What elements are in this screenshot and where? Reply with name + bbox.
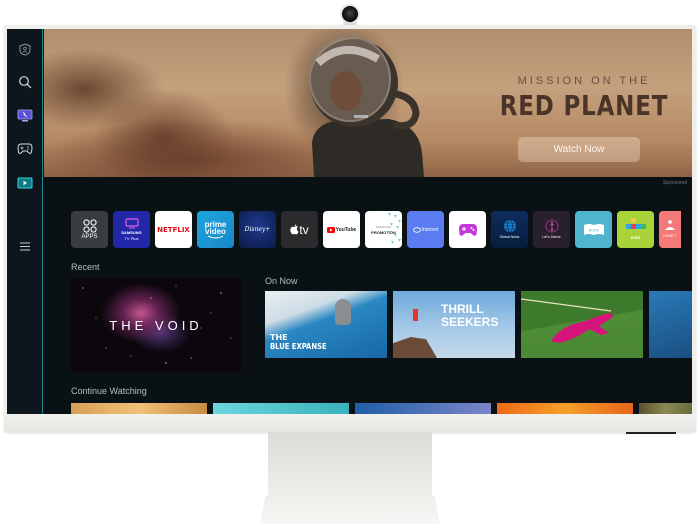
watch-now-button[interactable]: Watch Now	[518, 137, 640, 162]
app-label: APPS	[81, 234, 98, 240]
on-now-tile-blue-expanse[interactable]: THE BLUE EXPANSE	[265, 291, 387, 358]
search-icon	[19, 76, 32, 89]
continue-watching-tile[interactable]	[71, 403, 207, 414]
sidebar-item-menu[interactable]	[15, 236, 35, 256]
webcam	[340, 4, 360, 24]
kids-label: KIDS	[630, 235, 641, 240]
gamepad-icon	[458, 223, 477, 236]
menu-icon	[20, 242, 30, 250]
sidebar-item-privacy[interactable]	[15, 39, 35, 59]
blue-expanse-title-line2: BLUE EXPANSE	[270, 342, 327, 351]
book-icon: BOOK	[583, 223, 604, 235]
status-indicator	[626, 432, 676, 434]
app-tile-apple-tv[interactable]: tv	[281, 211, 318, 248]
app-sublabel: TV Plus	[124, 235, 139, 241]
tv-icon	[124, 217, 139, 228]
apple-icon	[290, 224, 299, 235]
monitor-icon	[17, 109, 33, 122]
hero-subtitle: MISSION ON THE	[517, 75, 651, 87]
blue-expanse-title-line1: THE	[270, 333, 288, 342]
dog-animation-image	[521, 298, 613, 343]
app-tile-disney-plus[interactable]: Disney+	[239, 211, 276, 248]
gamepad-icon	[17, 143, 33, 154]
apps-grid-icon	[82, 219, 97, 233]
thrill-seekers-title-line2: SEEKERS	[441, 315, 499, 329]
continue-watching-section-title: Continue Watching	[71, 386, 147, 396]
shield-person-icon	[19, 42, 31, 56]
yoga-icon	[665, 220, 675, 230]
apps-row: APPS SAMSUNG TV Plus NETFLIX prime video…	[71, 211, 681, 249]
youtube-play-icon	[326, 226, 335, 233]
play-icon	[17, 177, 33, 189]
dancer-icon	[545, 219, 558, 233]
continue-watching-tile[interactable]	[497, 403, 633, 414]
cliff-image	[393, 337, 437, 358]
internet-icon	[412, 226, 421, 233]
internet-label: Internet	[421, 226, 439, 233]
the-void-title: THE VOID	[109, 318, 203, 333]
sidebar-item-media[interactable]	[15, 173, 35, 193]
app-tile-prime-video[interactable]: prime video	[197, 211, 234, 248]
on-now-tile-animation[interactable]	[521, 291, 643, 358]
monitor-stand-neck	[268, 432, 432, 498]
monitor-stand-base	[260, 496, 440, 524]
on-now-tile-ocean[interactable]	[649, 291, 692, 358]
smile-arrow-icon	[207, 235, 223, 239]
diver-image	[335, 299, 351, 325]
app-tile-samsung-tv-plus[interactable]: SAMSUNG TV Plus	[113, 211, 150, 248]
recent-tile-the-void[interactable]: THE VOID	[71, 278, 241, 372]
home-training-label: HOME T	[663, 234, 677, 238]
recent-section-title: Recent	[71, 262, 100, 272]
app-tile-home-training[interactable]: HOME T	[659, 211, 681, 248]
hiker-image	[413, 309, 418, 321]
netflix-logo: NETFLIX	[157, 226, 190, 234]
svg-text:BOOK: BOOK	[588, 228, 599, 232]
youtube-label: YouTube	[335, 226, 357, 233]
app-tile-youtube[interactable]: YouTube	[323, 211, 360, 248]
app-tile-samsung-promotion[interactable]: SAMSUNG PROMOTION	[365, 211, 402, 248]
apple-tv-label: tv	[299, 222, 309, 237]
sidebar-item-games[interactable]	[15, 139, 35, 159]
app-tile-book[interactable]: BOOK	[575, 211, 612, 248]
app-tile-apps[interactable]: APPS	[71, 211, 108, 248]
continue-watching-tile[interactable]	[355, 403, 491, 414]
lets-dance-label: Let's Dance	[542, 235, 561, 239]
screen: MISSION ON THE RED PLANET Watch Now Spon…	[7, 29, 692, 414]
sidebar-item-tv-source[interactable]	[15, 106, 35, 126]
continue-watching-tile[interactable]	[213, 403, 349, 414]
sponsored-label: Sponsored	[663, 180, 688, 186]
video-label: video	[205, 227, 226, 236]
abcd-blocks-icon	[625, 218, 646, 229]
app-tile-game[interactable]	[449, 211, 486, 248]
app-tile-netflix[interactable]: NETFLIX	[155, 211, 192, 248]
monitor-bottom-bezel	[4, 414, 696, 432]
hero-banner[interactable]: MISSION ON THE RED PLANET Watch Now	[44, 29, 692, 177]
app-tile-kids[interactable]: KIDS	[617, 211, 654, 248]
sidebar	[7, 29, 43, 414]
app-tile-lets-dance[interactable]: Let's Dance	[533, 211, 570, 248]
app-tile-internet[interactable]: Internet	[407, 211, 444, 248]
continue-watching-tile[interactable]	[639, 403, 692, 414]
disney-logo: Disney+	[244, 226, 271, 233]
triangle-pattern	[388, 213, 401, 244]
globe-icon	[503, 219, 516, 233]
on-now-tile-thrill-seekers[interactable]: THRILL SEEKERS	[393, 291, 515, 358]
app-tile-global-news[interactable]: Global News	[491, 211, 528, 248]
global-news-label: Global News	[499, 235, 520, 239]
astronaut-image	[309, 36, 424, 177]
hero-title: RED PLANET	[499, 89, 669, 122]
sidebar-item-search[interactable]	[15, 72, 35, 92]
on-now-section-title: On Now	[265, 276, 298, 286]
